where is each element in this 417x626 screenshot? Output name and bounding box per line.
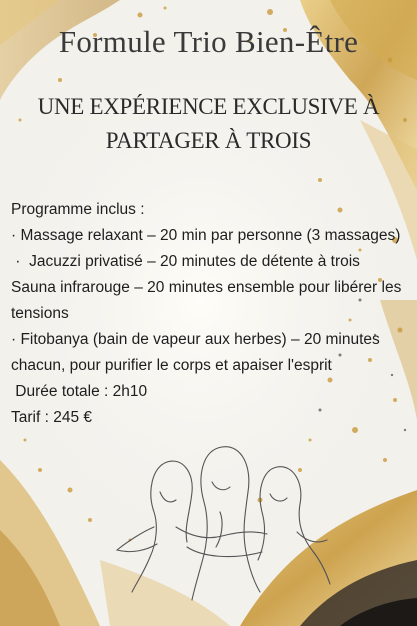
subtitle-line: PARTAGER À TROIS (105, 128, 312, 153)
program-item: · Jacuzzi privatisé – 20 minutes de déte… (11, 253, 360, 270)
duration-text: Durée totale : 2h10 (11, 383, 148, 400)
subtitle: UNE EXPÉRIENCE EXCLUSIVE À PARTAGER À TR… (20, 90, 397, 158)
three-women-line-art-icon (115, 446, 331, 601)
program-section: Programme inclus : · Massage relaxant – … (11, 197, 411, 431)
subtitle-line: UNE EXPÉRIENCE EXCLUSIVE À (37, 94, 380, 119)
program-item: · Massage relaxant – 20 min par personne… (11, 227, 401, 244)
program-heading: Programme inclus : (11, 201, 145, 218)
price-text: Tarif : 245 € (11, 409, 92, 426)
program-item: · Fitobanya (bain de vapeur aux herbes) … (11, 331, 380, 374)
page-title: Formule Trio Bien-Être (58, 24, 359, 59)
program-item: Sauna infrarouge – 20 minutes ensemble p… (11, 279, 402, 322)
